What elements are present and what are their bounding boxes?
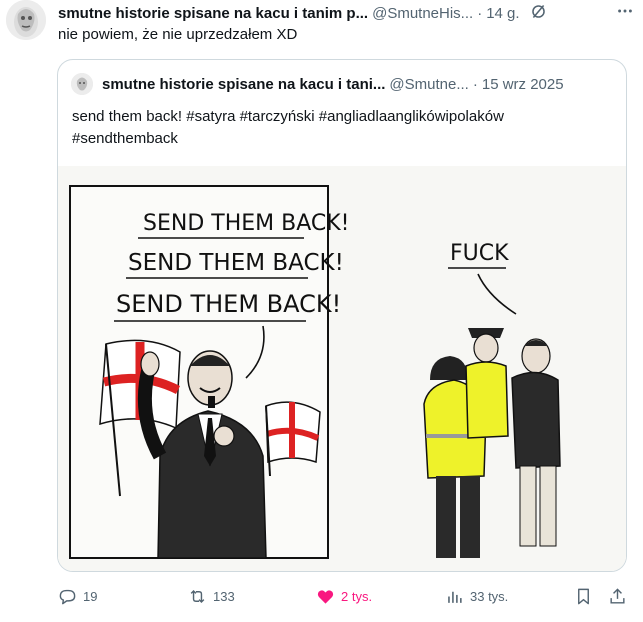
speech-right: FUCK <box>450 241 509 266</box>
speech-line-2: SEND THEM BACK! <box>128 250 344 276</box>
author-handle[interactable]: @SmutneHis... <box>372 5 473 22</box>
quote-image[interactable]: SEND THEM BACK! SEND THEM BACK! SEND THE… <box>58 166 626 571</box>
separator-dot: · <box>477 4 483 22</box>
quote-author-name[interactable]: smutne historie spisane na kacu i tani..… <box>102 76 385 93</box>
quote-separator-dot: · <box>472 76 478 93</box>
views-button[interactable]: 33 tys. <box>445 584 508 608</box>
like-button[interactable]: 2 tys. <box>316 584 372 608</box>
author-name[interactable]: smutne historie spisane na kacu i tanim … <box>58 5 368 22</box>
avatar[interactable] <box>6 0 46 40</box>
quote-header: smutne historie spisane na kacu i tani..… <box>102 76 617 93</box>
quote-author-handle[interactable]: @Smutne... <box>389 76 468 93</box>
heart-icon <box>317 589 334 604</box>
quote-text: send them back! #satyra #tarczyński #ang… <box>72 106 612 150</box>
quoted-tweet[interactable]: smutne historie spisane na kacu i tani..… <box>57 59 627 572</box>
reply-icon <box>59 589 76 604</box>
repost-icon <box>190 589 205 603</box>
quote-date[interactable]: 15 wrz 2025 <box>482 76 564 93</box>
grok-icon[interactable] <box>530 3 547 24</box>
action-bar: 19 133 2 tys. 33 tys. <box>58 584 633 608</box>
quote-avatar[interactable] <box>71 73 93 95</box>
share-icon <box>610 587 625 604</box>
share-button[interactable] <box>608 584 627 608</box>
views-count: 33 tys. <box>470 588 509 604</box>
more-icon[interactable] <box>616 2 634 25</box>
post-text: nie powiem, że nie uprzedzałem XD <box>58 26 298 43</box>
bookmark-button[interactable] <box>574 584 593 608</box>
views-icon <box>448 591 462 603</box>
repost-count: 133 <box>213 588 235 604</box>
speech-line-1: SEND THEM BACK! <box>143 211 349 236</box>
repost-button[interactable]: 133 <box>188 584 235 608</box>
like-count: 2 tys. <box>341 588 373 604</box>
reply-button[interactable]: 19 <box>58 584 97 608</box>
post-header: smutne historie spisane na kacu i tanim … <box>58 3 638 23</box>
bookmark-icon <box>578 588 589 604</box>
quote-text-line: send them back! #satyra #tarczyński #ang… <box>72 108 504 125</box>
quote-hashtag-line: #sendthemback <box>72 130 178 147</box>
speech-line-3: SEND THEM BACK! <box>116 290 341 318</box>
post-time[interactable]: 14 g. <box>486 5 519 22</box>
reply-count: 19 <box>83 588 98 604</box>
